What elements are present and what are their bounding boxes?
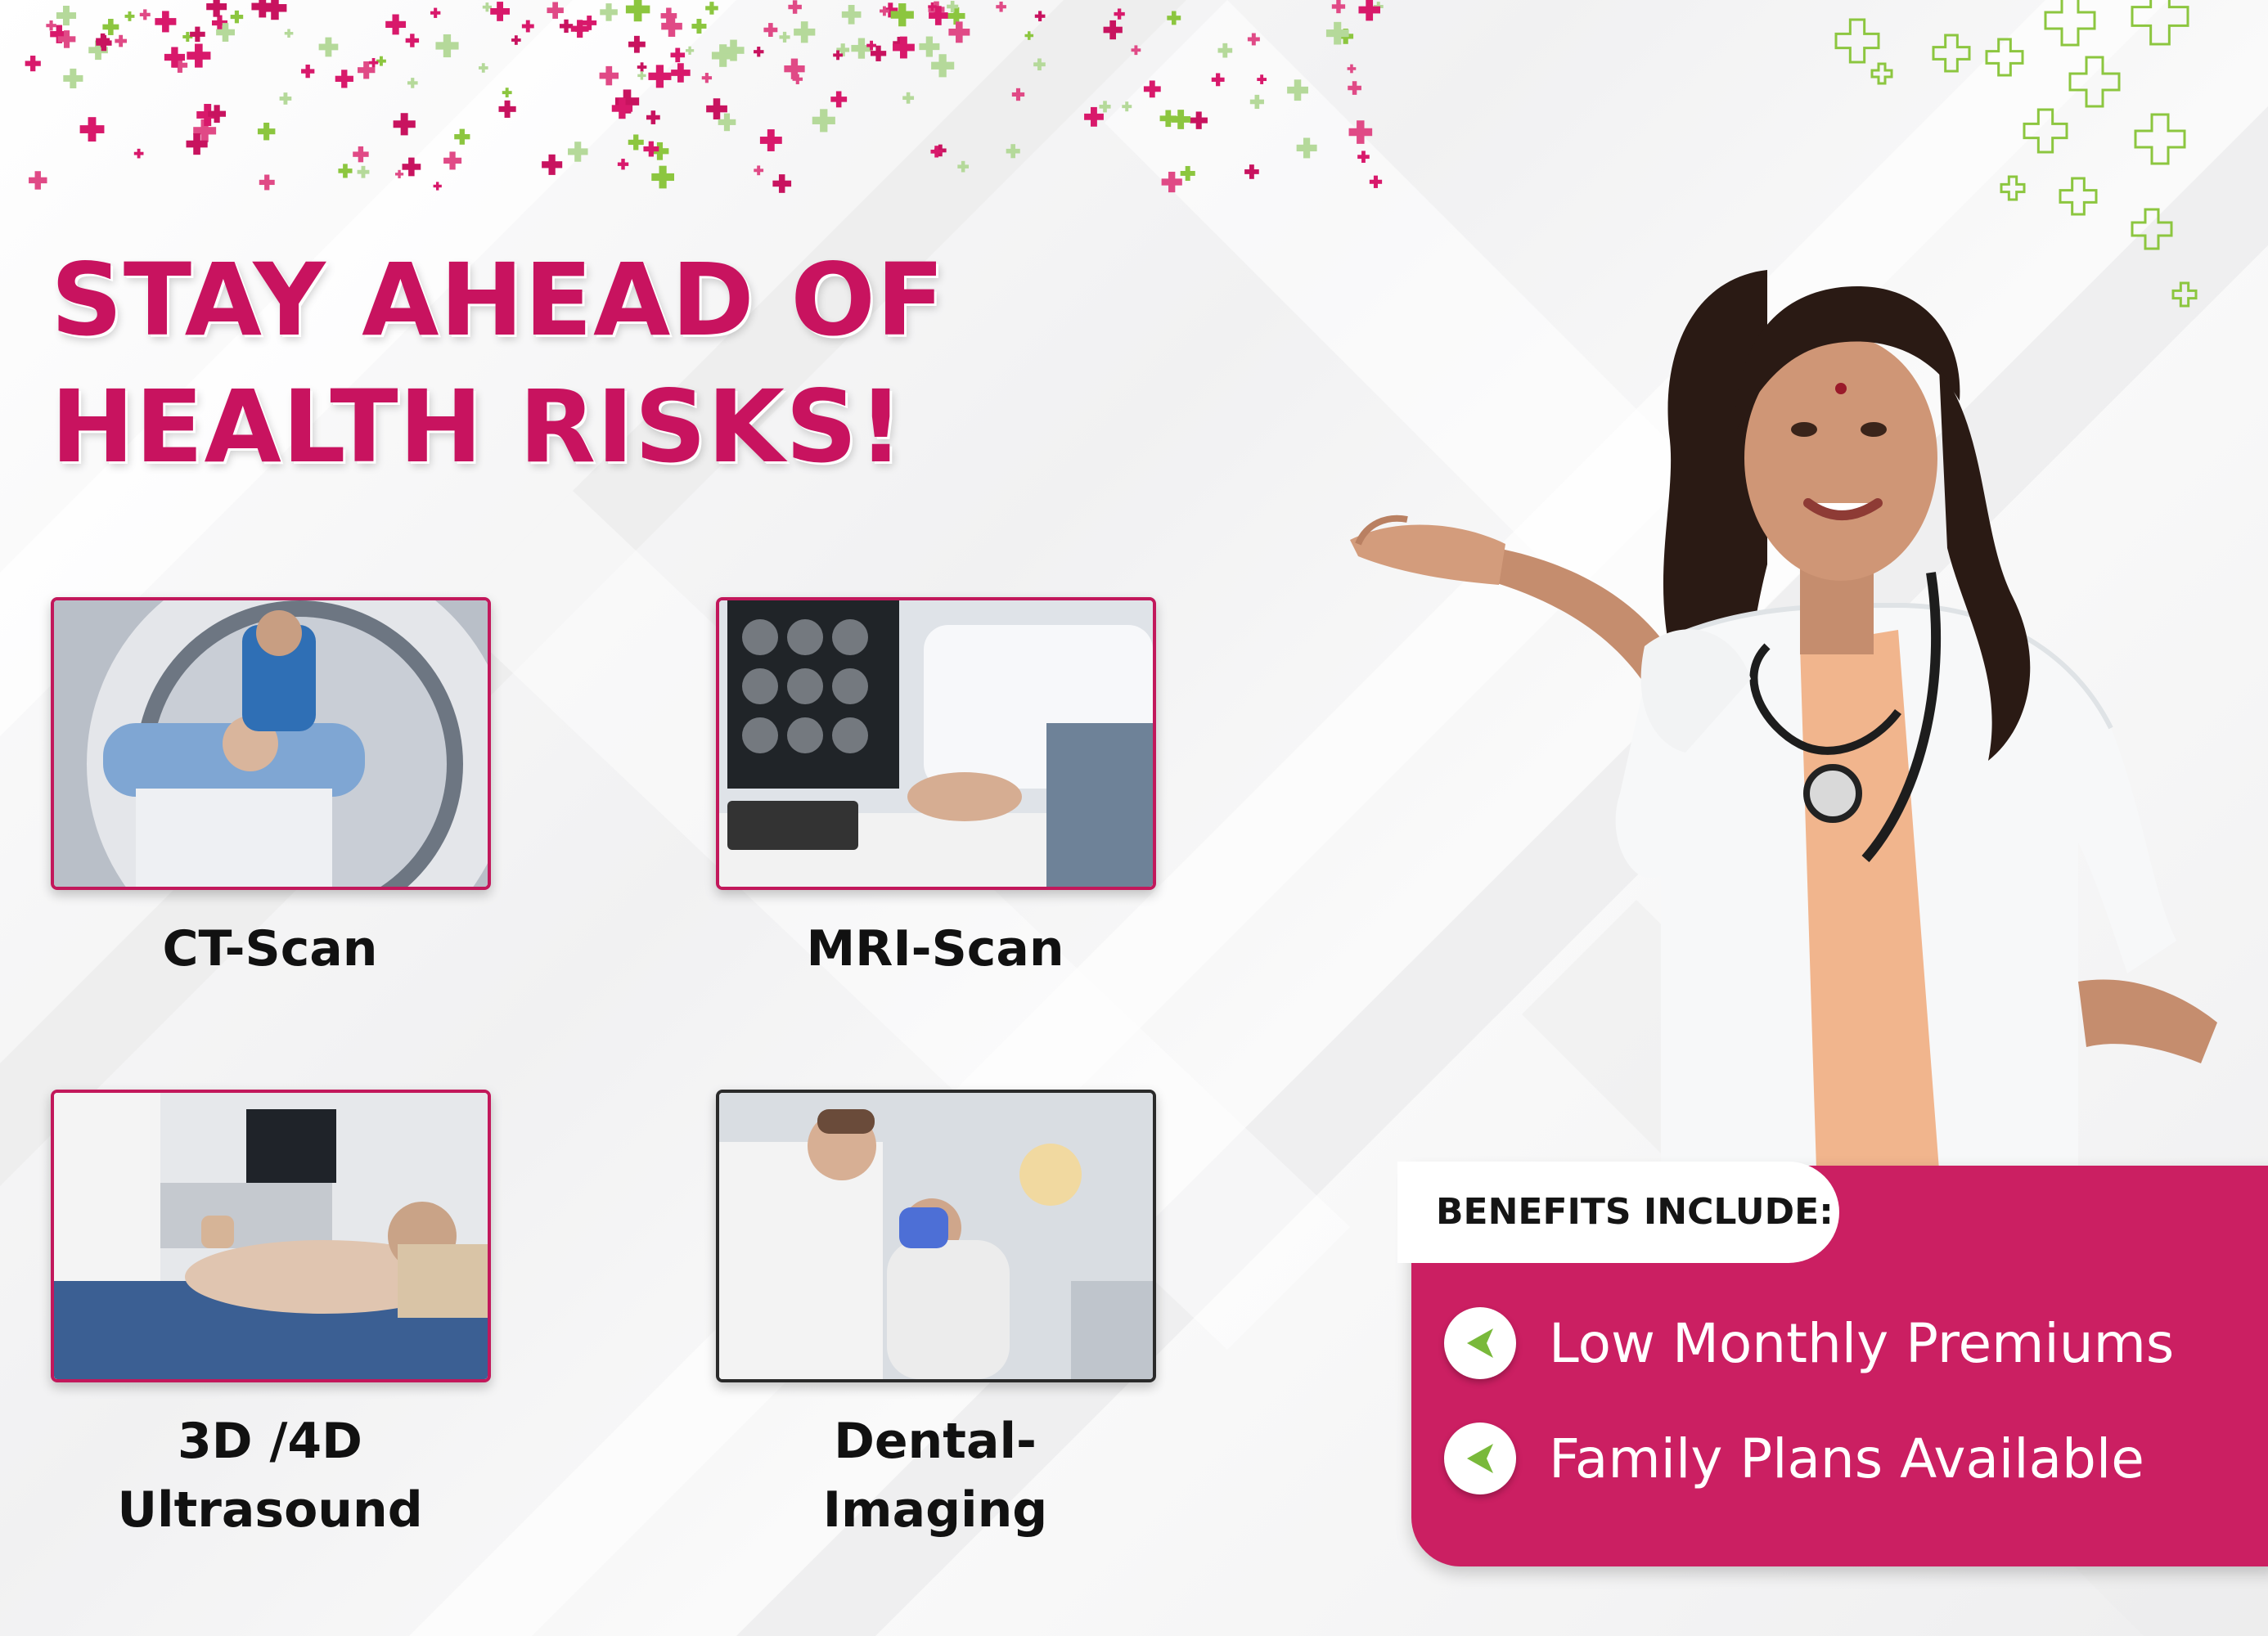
dental-imaging-label: Dental- Imaging — [716, 1407, 1154, 1544]
benefits-title: BENEFITS INCLUDE: — [1436, 1191, 1834, 1233]
health-ad-banner: STAY AHEAD OF HEALTH RISKS! CT-Scan MRI-… — [0, 0, 2268, 1636]
ct-scan-image — [51, 597, 491, 890]
mri-scan-image — [716, 597, 1156, 890]
headline-line-1: STAY AHEAD OF — [51, 242, 946, 358]
headline-line-2: HEALTH RISKS! — [51, 369, 905, 485]
benefit-item-low-premiums: Low Monthly Premiums — [1444, 1302, 2174, 1384]
mri-scan-card[interactable]: MRI-Scan — [716, 597, 1156, 983]
dental-imaging-label-line-1: Dental- — [834, 1413, 1037, 1470]
doctor-photo — [1350, 270, 2217, 1170]
mri-scan-label: MRI-Scan — [806, 920, 1064, 978]
dental-imaging-label-line-2: Imaging — [822, 1481, 1048, 1539]
triangle-bullet-icon — [1444, 1423, 1516, 1494]
benefit-text: Low Monthly Premiums — [1549, 1311, 2175, 1375]
ct-scan-card[interactable]: CT-Scan — [51, 597, 491, 983]
dental-imaging-card[interactable]: Dental- Imaging — [716, 1090, 1156, 1544]
benefit-text: Family Plans Available — [1549, 1427, 2144, 1490]
ct-scan-label: CT-Scan — [162, 920, 378, 978]
dental-imaging-image — [716, 1090, 1156, 1382]
ultrasound-label: 3D /4D Ultrasound — [51, 1407, 489, 1544]
ultrasound-card[interactable]: 3D /4D Ultrasound — [51, 1090, 491, 1544]
headline: STAY AHEAD OF HEALTH RISKS! — [51, 237, 945, 491]
ultrasound-label-line-2: Ultrasound — [117, 1481, 423, 1539]
benefit-item-family-plans: Family Plans Available — [1444, 1418, 2144, 1499]
ultrasound-label-line-1: 3D /4D — [178, 1413, 362, 1470]
triangle-bullet-icon — [1444, 1307, 1516, 1379]
ultrasound-image — [51, 1090, 491, 1382]
